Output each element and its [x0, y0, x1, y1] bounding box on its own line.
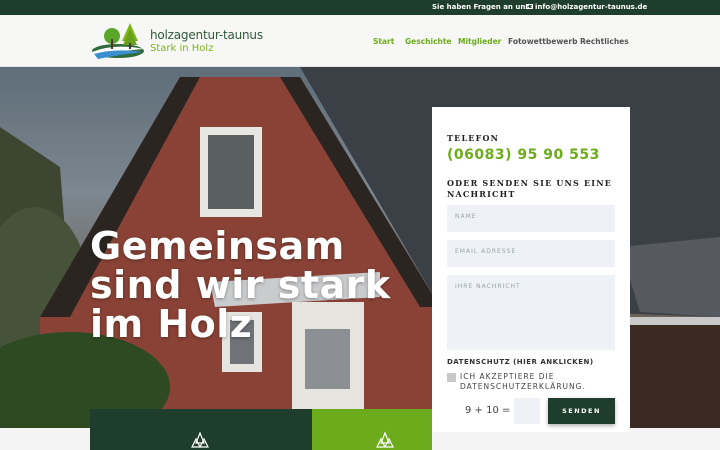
privacy-accept-label: ICH AKZEPTIERE DIE DATENSCHUTZERKLÄRUNG. [460, 372, 586, 391]
nav-item-rechtliches-label: Rechtliches [580, 37, 629, 46]
message-textarea[interactable]: IHRE NACHRICHT [447, 275, 615, 350]
top-bar-question: Sie haben Fragen an uns? [432, 3, 534, 11]
name-input[interactable]: NAME [447, 205, 615, 232]
top-bar: Sie haben Fragen an uns? info@holzagentu… [0, 0, 720, 15]
logo-tagline: Stark in Holz [150, 43, 214, 54]
envelope-icon [526, 4, 533, 9]
captcha-question: 9 + 10 = [465, 405, 511, 416]
tree-icon [376, 431, 394, 448]
hero-title-line: im Holz [90, 302, 253, 346]
nav-item-fotowettbewerb[interactable]: Fotowettbewerb [508, 37, 577, 46]
hero-title-line: sind wir stark [90, 263, 391, 307]
message-heading: ODER SENDEN SIE UNS EINE NACHRICHT [447, 178, 613, 199]
tree-icon [191, 431, 209, 448]
top-bar-email-link[interactable]: info@holzagentur-taunus.de [526, 3, 647, 11]
chevron-down-icon: ⌄ [582, 37, 588, 44]
feature-box-green [312, 409, 432, 450]
logo-icon[interactable] [92, 21, 146, 61]
nav-item-geschichte[interactable]: Geschichte [405, 37, 452, 46]
phone-label: TELEFON [447, 133, 500, 143]
hero-title-line: Gemeinsam [90, 224, 345, 268]
name-placeholder: NAME [455, 213, 477, 220]
privacy-link[interactable]: DATENSCHUTZ (HIER ANKLICKEN) [447, 358, 594, 366]
site-header: holzagentur-taunus Stark in Holz Start G… [0, 15, 720, 67]
hero-title: Gemeinsam sind wir stark im Holz [90, 227, 430, 344]
contact-form-card: TELEFON (06083) 95 90 553 ODER SENDEN SI… [432, 107, 630, 432]
feature-box-dark [90, 409, 312, 450]
top-bar-email-text: info@holzagentur-taunus.de [535, 3, 648, 11]
message-placeholder: IHRE NACHRICHT [455, 283, 521, 290]
email-input[interactable]: EMAIL ADRESSE [447, 240, 615, 267]
logo-name[interactable]: holzagentur-taunus [150, 28, 263, 42]
phone-number[interactable]: (06083) 95 90 553 [447, 147, 600, 163]
privacy-checkbox[interactable] [447, 373, 456, 382]
nav-item-start[interactable]: Start [373, 37, 394, 46]
send-button[interactable]: SENDEN [548, 398, 615, 424]
captcha-input[interactable] [514, 398, 540, 424]
email-placeholder: EMAIL ADRESSE [455, 248, 517, 255]
nav-item-mitglieder[interactable]: Mitglieder [458, 37, 501, 46]
